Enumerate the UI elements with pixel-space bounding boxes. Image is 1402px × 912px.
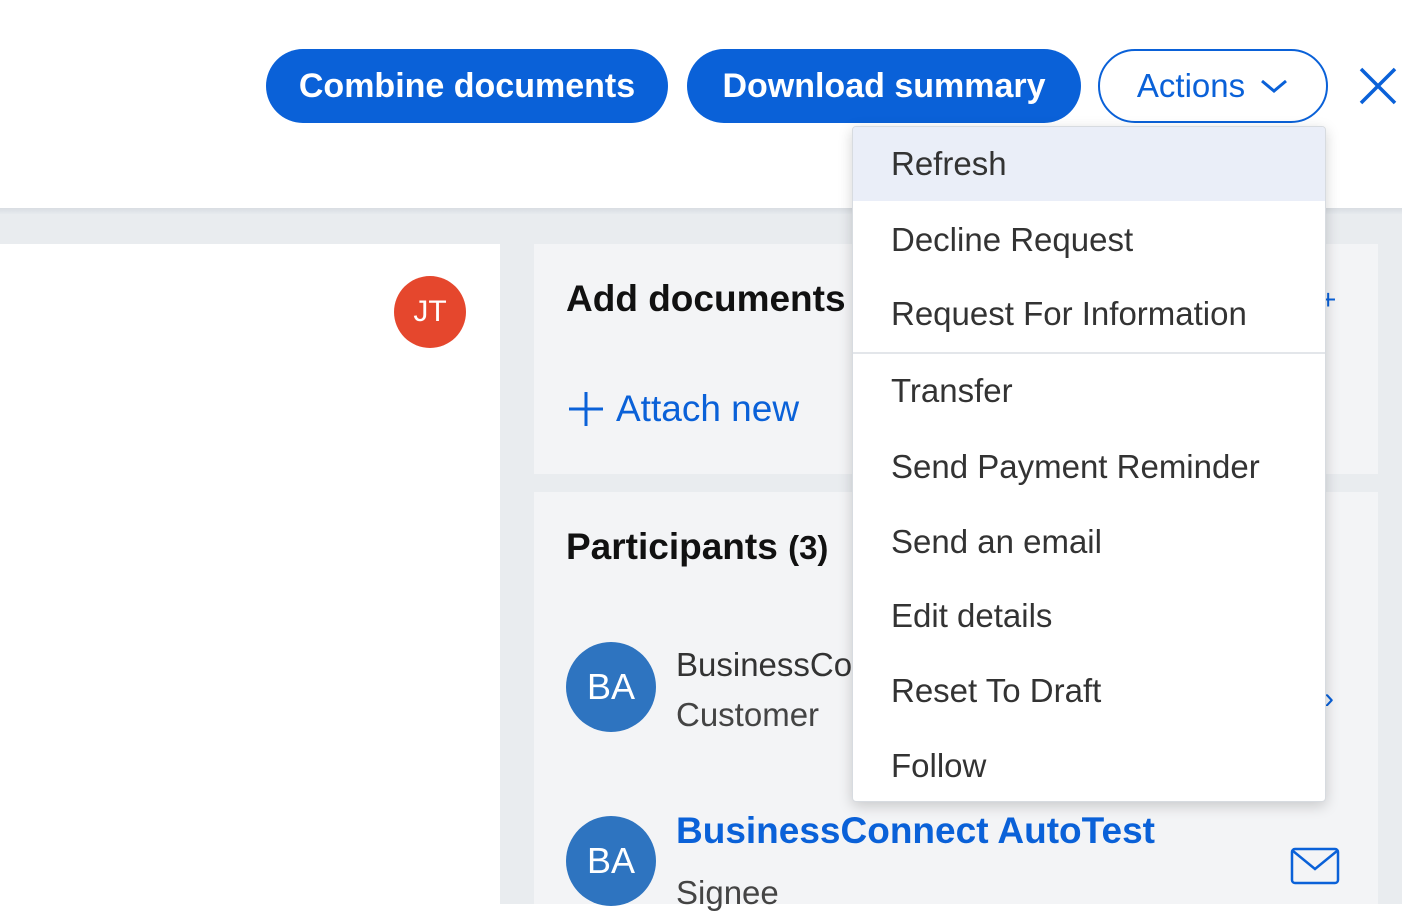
participant-name: BusinessCo (676, 646, 853, 683)
menu-item-request-for-information[interactable]: Request For Information (853, 277, 1325, 351)
menu-item-refresh[interactable]: Refresh (853, 127, 1325, 201)
participant-role: Customer (676, 696, 820, 733)
participants-title: Participants (566, 526, 778, 567)
chevron-down-icon (1261, 79, 1288, 93)
actions-label: Actions (1136, 67, 1246, 104)
menu-item-send-payment-reminder[interactable]: Send Payment Reminder (853, 430, 1325, 504)
attach-new-label: Attach new (616, 388, 800, 429)
user-avatar[interactable]: JT (394, 276, 466, 348)
close-icon[interactable] (1356, 64, 1400, 108)
mail-icon[interactable] (1290, 846, 1340, 886)
actions-menu: Refresh Decline Request Request For Info… (852, 126, 1326, 802)
actions-dropdown-button[interactable]: Actions (1098, 49, 1328, 123)
menu-item-follow[interactable]: Follow (853, 729, 1325, 801)
participant-role: Signee (676, 874, 779, 911)
participant-name-link[interactable]: BusinessConnect AutoTest (676, 810, 1155, 852)
attach-new-link[interactable]: Attach new (566, 388, 799, 430)
menu-item-decline-request[interactable]: Decline Request (853, 203, 1325, 277)
participants-card-title: Participants (3) (566, 526, 828, 568)
menu-item-edit-details[interactable]: Edit details (853, 579, 1325, 653)
participant-avatar: BA (566, 642, 656, 732)
documents-card-title: Add documents (566, 278, 846, 319)
menu-item-reset-to-draft[interactable]: Reset To Draft (853, 654, 1325, 728)
menu-item-send-an-email[interactable]: Send an email (853, 505, 1325, 579)
combine-documents-button[interactable]: Combine documents (266, 49, 668, 123)
plus-icon (569, 392, 603, 426)
menu-item-transfer[interactable]: Transfer (853, 354, 1325, 428)
download-summary-button[interactable]: Download summary (687, 49, 1081, 123)
participants-count: (3) (788, 529, 829, 566)
participant-avatar: BA (566, 816, 656, 906)
